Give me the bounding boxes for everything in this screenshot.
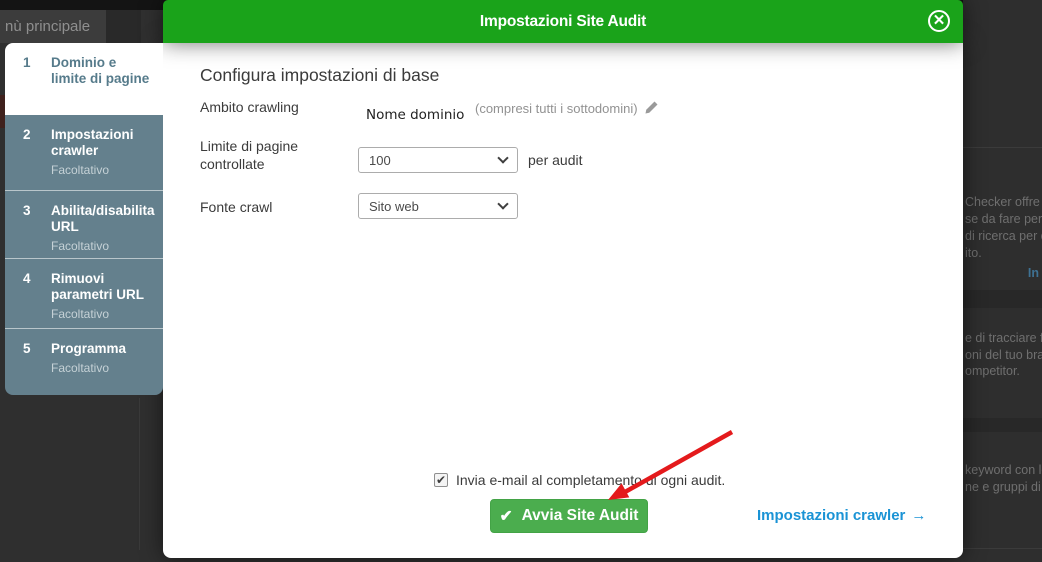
page-limit-suffix: per audit (528, 152, 583, 168)
background-text: Checker offre un (965, 195, 1042, 209)
crawl-source-selected-value: Sito web (369, 198, 419, 214)
wizard-steps-sidebar: 1 Dominio e limite di pagine 2 Impostazi… (5, 43, 163, 395)
crawl-scope-note: (compresi tutti i sottodomini) (475, 100, 659, 118)
step-domain-and-page-limit[interactable]: 1 Dominio e limite di pagine (5, 43, 163, 115)
crawler-settings-link[interactable]: Impostazioni crawler → (757, 507, 926, 524)
close-icon[interactable]: ✕ (928, 10, 950, 32)
main-menu-label: nù principale (5, 18, 91, 35)
step-sublabel: Facoltativo (51, 163, 110, 177)
background-text: se da fare per m (965, 212, 1042, 226)
step-allow-disallow-url[interactable]: 3 Abilita/disabilita URL Facoltativo (5, 190, 163, 258)
step-number: 2 (23, 127, 31, 142)
background-card-border (963, 548, 1042, 549)
crawler-settings-link-text: Impostazioni crawler (757, 507, 906, 524)
step-number: 3 (23, 203, 31, 218)
background-text: oni del tuo bran (965, 348, 1042, 362)
background-link: In (1027, 266, 1039, 280)
step-crawler-settings[interactable]: 2 Impostazioni crawler Facoltativo (5, 115, 163, 190)
step-label: Impostazioni crawler Facoltativo (51, 127, 155, 190)
email-checkbox[interactable]: ✔ (434, 473, 448, 487)
step-sublabel: Facoltativo (51, 361, 110, 375)
step-label: Abilita/disabilita URL Facoltativo (51, 203, 155, 253)
step-schedule[interactable]: 5 Programma Facoltativo (5, 328, 163, 395)
background-card-gap (963, 418, 1042, 432)
chevron-down-icon (497, 198, 509, 210)
background-vertical-divider (139, 398, 140, 550)
background-card-gap (963, 290, 1042, 308)
email-notification-row: ✔ Invia e-mail al completamento di ogni … (434, 472, 725, 488)
step-number: 1 (23, 55, 31, 70)
background-card-border (963, 147, 1042, 148)
page-limit-selected-value: 100 (369, 152, 391, 168)
step-label: Rimuovi parametri URL Facoltativo (51, 271, 155, 328)
crawl-source-select[interactable]: Sito web (358, 193, 518, 219)
check-icon: ✔ (499, 507, 513, 525)
step-sublabel: Facoltativo (51, 239, 110, 253)
background-text: ompetitor. (965, 364, 1020, 378)
step-number: 4 (23, 271, 31, 286)
background-menu-tab (106, 10, 141, 43)
start-site-audit-button[interactable]: ✔ Avvia Site Audit (490, 499, 648, 533)
start-button-label: Avvia Site Audit (521, 507, 639, 524)
page-limit-select[interactable]: 100 (358, 147, 518, 173)
background-menu-gap (141, 10, 163, 43)
step-label: Dominio e limite di pagine (51, 55, 150, 86)
arrow-right-icon: → (911, 507, 927, 524)
modal-title: Impostazioni Site Audit (479, 13, 647, 30)
background-text: ne e gruppi di an (965, 480, 1042, 494)
crawl-scope-label: Ambito crawling (200, 99, 299, 115)
email-checkbox-label: Invia e-mail al completamento di ogni au… (456, 472, 726, 488)
background-text: ito. (965, 246, 982, 260)
modal-header: Impostazioni Site Audit ✕ (163, 0, 963, 43)
step-sublabel: Facoltativo (51, 307, 110, 321)
chevron-down-icon (497, 152, 509, 164)
page-limit-label: Limite di pagine controllate (200, 138, 299, 172)
background-text: keyword con lo s (965, 463, 1042, 477)
edit-pencil-icon[interactable] (644, 100, 659, 118)
step-label: Programma Facoltativo (51, 341, 127, 375)
crawl-scope-value: Nome dominio (366, 107, 465, 123)
crawl-source-label: Fonte crawl (200, 199, 273, 215)
background-page-right: Checker offre un se da fare per m di ric… (963, 0, 1042, 562)
step-number: 5 (23, 341, 31, 356)
background-text: e di tracciare fa (965, 331, 1042, 345)
crawl-scope-note-text: (compresi tutti i sottodomini) (475, 101, 638, 116)
background-text: di ricerca per d (965, 229, 1042, 243)
section-title: Configura impostazioni di base (200, 65, 440, 85)
step-remove-url-parameters[interactable]: 4 Rimuovi parametri URL Facoltativo (5, 258, 163, 328)
